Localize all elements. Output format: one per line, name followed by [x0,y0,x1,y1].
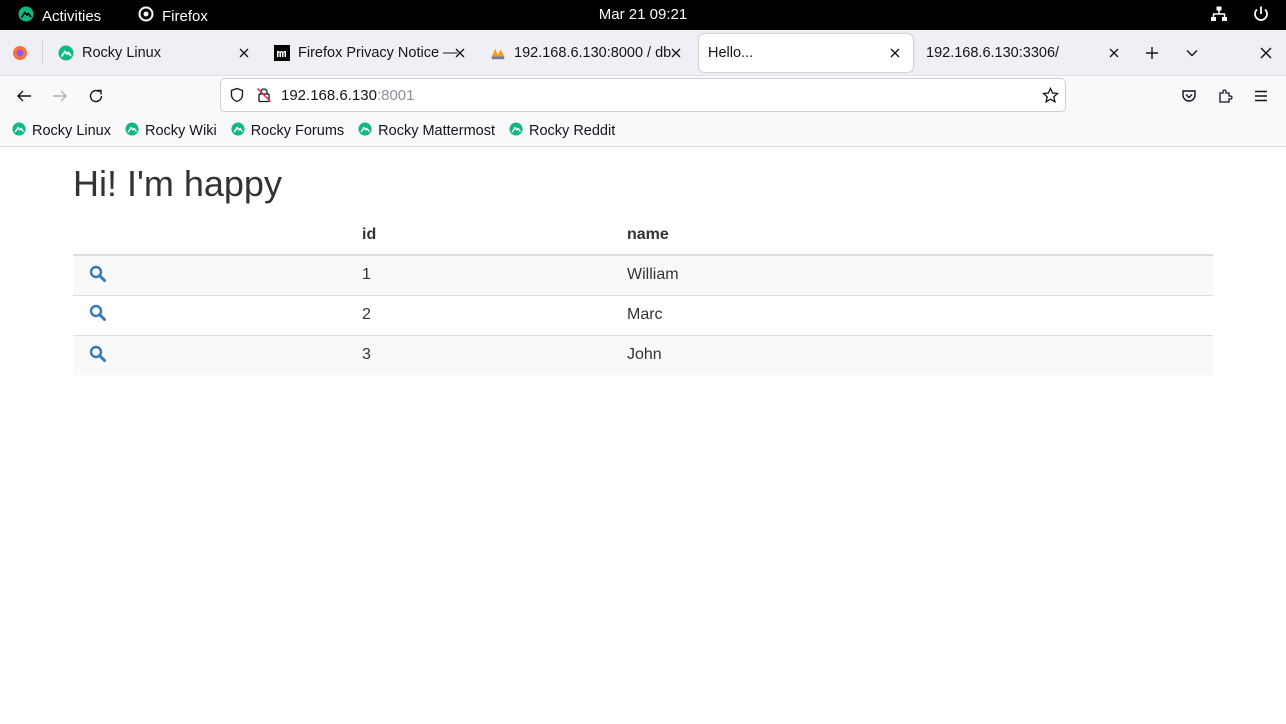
row-action-cell [73,254,362,295]
tab-label: 192.168.6.130:8000 / db [514,45,672,61]
bookmark-label: Rocky Wiki [144,123,217,139]
row-action-cell [73,294,362,335]
table-row: 1 William [73,254,1213,295]
cell-id: 2 [362,294,627,335]
phpmyadmin-icon [490,45,506,61]
tab-label: Rocky Linux [82,45,161,61]
search-icon[interactable] [88,344,106,362]
close-tab-icon[interactable] [236,45,252,61]
table-row: 2 Marc [73,294,1213,335]
power-icon[interactable] [1252,5,1270,27]
tab-mysql-port[interactable]: 192.168.6.130:3306/ [914,34,1132,72]
hamburger-menu-icon[interactable] [1251,86,1271,106]
tab-firefox-privacy-notice[interactable]: Firefox Privacy Notice — [262,34,478,72]
cell-name: William [627,254,1213,295]
rocky-icon [12,122,26,140]
rocky-icon [125,122,139,140]
data-table: id name 1 William 2 Marc 3 John [73,215,1213,375]
extensions-icon[interactable] [1215,86,1235,106]
tracking-protection-shield-icon[interactable] [229,87,245,108]
tab-separator [42,40,43,64]
url-port: :8001 [376,87,415,104]
bookmarks-toolbar: Rocky Linux Rocky Wiki Rocky Forums Rock… [0,116,1286,147]
bookmark-label: Rocky Forums [250,123,345,139]
rocky-icon [58,45,74,61]
search-icon[interactable] [88,304,106,322]
firefox-view-icon[interactable] [10,43,30,63]
bookmark-rocky-forums[interactable]: Rocky Forums [231,122,344,140]
table-header-row: id name [73,215,1213,256]
page-heading: Hi! I'm happy [73,163,282,204]
clock[interactable]: Mar 21 09:21 [0,6,1286,23]
cell-id: 1 [362,254,627,295]
back-icon[interactable] [14,86,34,106]
close-tab-icon[interactable] [668,45,684,61]
cell-name: Marc [627,294,1213,335]
row-action-cell [73,334,362,375]
tab-strip: Rocky Linux Firefox Privacy Notice — 192… [0,30,1286,76]
tab-label: 192.168.6.130:3306/ [926,45,1060,61]
pocket-icon[interactable] [1179,86,1199,106]
bookmark-star-icon[interactable] [1041,86,1060,109]
table-row: 3 John [73,334,1213,375]
cell-id: 3 [362,334,627,375]
mozilla-icon [274,45,290,61]
forward-icon[interactable] [50,86,70,106]
system-tray[interactable] [1210,5,1270,27]
close-tab-icon[interactable] [887,45,903,61]
column-header-id: id [362,215,627,256]
tab-phpmyadmin[interactable]: 192.168.6.130:8000 / db [478,34,694,72]
url-bar[interactable]: 192.168.6.130:8001 [220,78,1066,112]
close-tab-icon[interactable] [452,45,468,61]
page-content: Hi! I'm happy id name 1 William 2 Marc 3… [0,147,1286,724]
network-icon[interactable] [1210,5,1228,27]
new-tab-icon[interactable] [1142,43,1162,63]
insecure-lock-icon[interactable] [256,87,272,108]
tab-label: Firefox Privacy Notice — [298,45,458,61]
tab-hello[interactable]: Hello... [699,34,913,72]
reload-icon[interactable] [86,86,106,106]
bookmark-rocky-reddit[interactable]: Rocky Reddit [509,122,615,140]
url-text[interactable]: 192.168.6.130:8001 [281,87,414,104]
rocky-icon [509,122,523,140]
system-top-bar: Activities Firefox Mar 21 09:21 [0,0,1286,30]
cell-name: John [627,334,1213,375]
navigation-toolbar: 192.168.6.130:8001 [0,76,1286,116]
list-all-tabs-icon[interactable] [1182,43,1202,63]
bookmark-rocky-linux[interactable]: Rocky Linux [12,122,111,140]
bookmark-rocky-mattermost[interactable]: Rocky Mattermost [358,122,495,140]
tab-rocky-linux[interactable]: Rocky Linux [46,34,262,72]
bookmark-label: Rocky Linux [32,123,111,139]
close-window-icon[interactable] [1256,43,1276,63]
bookmark-rocky-wiki[interactable]: Rocky Wiki [125,122,217,140]
column-header-name: name [627,215,1213,256]
close-tab-icon[interactable] [1106,45,1122,61]
tab-label: Hello... [708,45,754,61]
url-host: 192.168.6.130 [281,87,377,104]
bookmark-label: Rocky Mattermost [378,123,495,139]
search-icon[interactable] [88,264,106,282]
column-header-actions [73,215,362,256]
bookmark-label: Rocky Reddit [529,123,616,139]
rocky-icon [231,122,245,140]
rocky-icon [358,122,372,140]
